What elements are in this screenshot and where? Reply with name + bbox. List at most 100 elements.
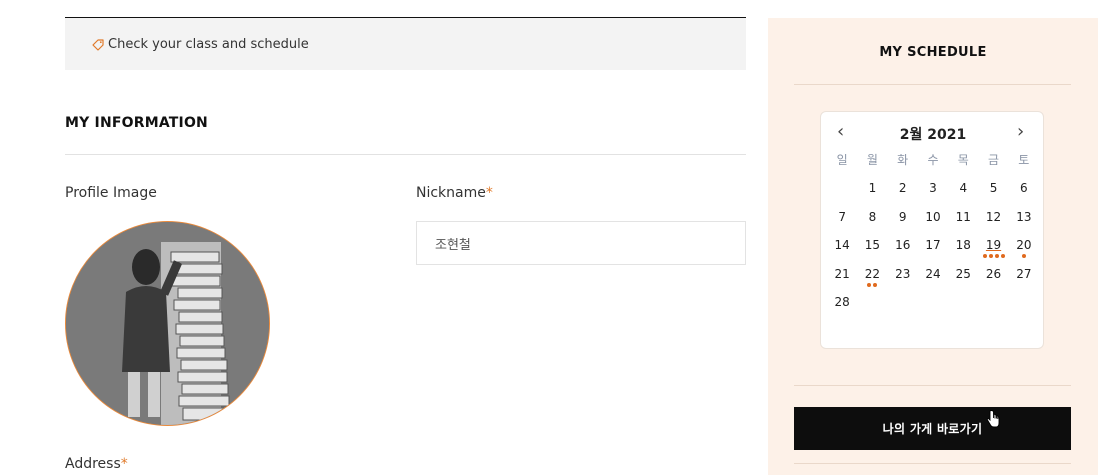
calendar-day-number: 5 (989, 181, 998, 195)
calendar-day[interactable]: 28 (827, 294, 857, 323)
calendar-empty-cell (827, 180, 857, 209)
calendar-day[interactable]: 2 (888, 180, 918, 209)
calendar-day-number: 14 (834, 238, 850, 252)
calendar-day-number: 2 (898, 181, 907, 195)
calendar-day-number: 22 (864, 266, 881, 281)
calendar-day[interactable]: 14 (827, 237, 857, 266)
calendar-day-number: 21 (834, 266, 850, 281)
calendar-day-number: 19 (985, 238, 1002, 252)
calendar-day[interactable]: 13 (1009, 209, 1039, 238)
calendar-day[interactable]: 22 (857, 266, 887, 295)
tag-icon (92, 39, 104, 51)
calendar-day-number: 12 (985, 209, 1002, 224)
calendar-day-number: 1 (868, 181, 877, 195)
calendar-day-number: 27 (1016, 266, 1032, 281)
calendar-day-number: 11 (955, 209, 971, 224)
nickname-label-text: Nickname (416, 185, 486, 201)
calendar-day-number: 28 (834, 295, 850, 309)
calendar-empty-cell (1009, 294, 1039, 323)
calendar-empty-cell (918, 294, 948, 323)
calendar-day[interactable]: 18 (948, 237, 978, 266)
calendar-grid: 일 월 화 수 목 금 토 1 2 3 4 5 6 7 8 9 10 11 12 13 14 15 16 17 18 19 20 21… (827, 152, 1039, 323)
event-dot (994, 254, 999, 258)
calendar-day[interactable]: 7 (827, 209, 857, 238)
calendar-day-number: 8 (868, 209, 877, 224)
calendar-day[interactable]: 6 (1009, 180, 1039, 209)
calendar-weekday: 목 (957, 153, 969, 167)
calendar-weekday: 화 (897, 153, 909, 167)
calendar-weekday: 수 (927, 153, 939, 167)
nickname-label: Nickname* (416, 185, 493, 201)
calendar-weekday: 토 (1018, 153, 1030, 167)
calendar-day[interactable]: 26 (978, 266, 1008, 295)
chevron-right-icon[interactable]: › (1017, 122, 1024, 142)
profile-image-label: Profile Image (65, 185, 157, 201)
calendar-day[interactable]: 21 (827, 266, 857, 295)
section-title: MY INFORMATION (65, 115, 208, 131)
calendar-day-number: 4 (959, 181, 968, 195)
calendar-day-number: 15 (864, 238, 881, 252)
address-label: Address* (65, 456, 128, 472)
required-mark: * (120, 456, 128, 472)
calendar-day[interactable]: 10 (918, 209, 948, 238)
calendar-day-number: 18 (955, 238, 971, 252)
calendar-day-number: 26 (985, 266, 1002, 281)
calendar-day[interactable]: 9 (888, 209, 918, 238)
profile-avatar[interactable] (65, 221, 270, 426)
event-dot (988, 254, 993, 258)
notice-text: Check your class and schedule (108, 36, 309, 52)
calendar-day[interactable]: 4 (948, 180, 978, 209)
required-mark: * (485, 185, 493, 201)
notice-banner: Check your class and schedule (65, 18, 746, 70)
calendar-day[interactable]: 16 (888, 237, 918, 266)
calendar-day[interactable]: 27 (1009, 266, 1039, 295)
calendar-weekday: 월 (866, 153, 878, 167)
calendar-day-number: 17 (925, 238, 941, 252)
calendar-day[interactable]: 12 (978, 209, 1008, 238)
calendar-day[interactable]: 8 (857, 209, 887, 238)
calendar-day-number: 20 (1016, 238, 1032, 252)
sidebar-divider (794, 385, 1071, 386)
calendar-day-number: 16 (895, 238, 911, 252)
event-dot (982, 254, 987, 258)
schedule-sidebar: MY SCHEDULE ‹ 2월 2021 › 일월화수목금토123456789… (768, 18, 1098, 475)
calendar-day[interactable]: 20 (1009, 237, 1039, 266)
go-to-my-shop-button[interactable]: 나의 가게 바로가기 (794, 407, 1071, 450)
calendar-day[interactable]: 15 (857, 237, 887, 266)
calendar-empty-cell (857, 294, 887, 323)
calendar-week-row: 14 15 16 17 18 19 20 (827, 237, 1039, 266)
calendar-week-row: 1 2 3 4 5 6 (827, 180, 1039, 209)
nickname-input[interactable] (416, 221, 746, 265)
calendar-widget: ‹ 2월 2021 › 일 월 화 수 목 금 토 1 2 3 4 5 6 7 8 9 10 11 12 13 14 15… (820, 111, 1044, 349)
calendar-week-row: 28 (827, 294, 1039, 323)
calendar-day-number: 9 (898, 209, 907, 224)
calendar-day-number: 13 (1016, 209, 1032, 224)
schedule-title: MY SCHEDULE (879, 45, 987, 60)
main-content: Check your class and schedule MY INFORMA… (65, 0, 746, 475)
hand-cursor-icon (986, 410, 1000, 428)
calendar-day[interactable]: 17 (918, 237, 948, 266)
calendar-empty-cell (888, 294, 918, 323)
calendar-day[interactable]: 19 (978, 237, 1008, 266)
calendar-weekday: 일 (836, 153, 848, 167)
event-dot (873, 282, 878, 287)
calendar-day[interactable]: 1 (857, 180, 887, 209)
calendar-day-number: 23 (895, 266, 911, 281)
calendar-day-number: 24 (925, 266, 941, 281)
section-divider (65, 154, 746, 155)
calendar-day[interactable]: 11 (948, 209, 978, 238)
calendar-day[interactable]: 24 (918, 266, 948, 295)
calendar-month-label: 2월 2021 (899, 127, 967, 143)
calendar-day-number: 25 (955, 266, 971, 281)
calendar-weekday: 금 (988, 153, 1000, 167)
calendar-day[interactable]: 5 (978, 180, 1008, 209)
calendar-week-row: 7 8 9 10 11 12 13 (827, 209, 1039, 238)
calendar-day[interactable]: 25 (948, 266, 978, 295)
calendar-day[interactable]: 3 (918, 180, 948, 209)
calendar-empty-cell (948, 294, 978, 323)
event-dot (1021, 254, 1026, 258)
event-indicator (857, 282, 887, 287)
calendar-day-number: 6 (1020, 181, 1028, 195)
calendar-day[interactable]: 23 (888, 266, 918, 295)
calendar-empty-cell (978, 294, 1008, 323)
